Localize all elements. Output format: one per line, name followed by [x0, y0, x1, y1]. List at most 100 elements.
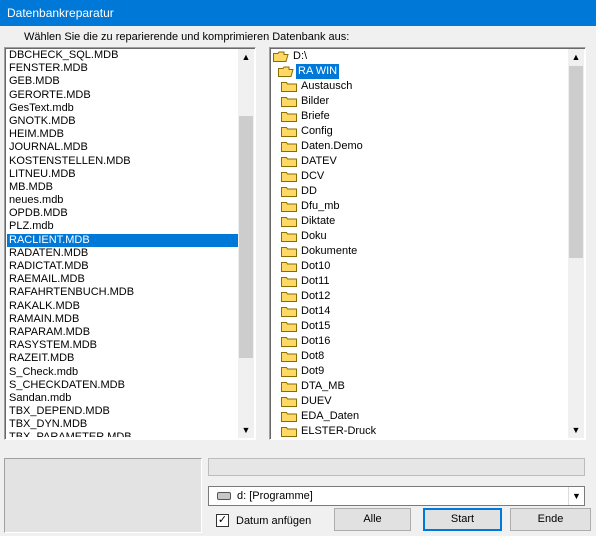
- directory-root[interactable]: D:\: [272, 49, 568, 64]
- directory-item[interactable]: DCV: [272, 169, 568, 184]
- directory-label: Dot8: [301, 350, 325, 362]
- file-list-item[interactable]: RAEMAIL.MDB: [7, 273, 238, 286]
- file-list-item[interactable]: MB.MDB: [7, 181, 238, 194]
- folder-icon: [281, 201, 297, 212]
- directory-item[interactable]: DATEV: [272, 154, 568, 169]
- file-list-item[interactable]: JOURNAL.MDB: [7, 141, 238, 154]
- folder-icon: [281, 141, 297, 152]
- folder-icon: [281, 186, 297, 197]
- file-list-item[interactable]: HEIM.MDB: [7, 128, 238, 141]
- folder-icon: [281, 381, 297, 392]
- file-list-item[interactable]: DBCHECK_SQL.MDB: [7, 49, 238, 62]
- file-list-item[interactable]: neues.mdb: [7, 194, 238, 207]
- directory-item[interactable]: Bilder: [272, 94, 568, 109]
- folder-icon: [281, 126, 297, 137]
- directory-item[interactable]: Austausch: [272, 79, 568, 94]
- directory-item[interactable]: Dot14: [272, 304, 568, 319]
- directory-label: DCV: [301, 170, 325, 182]
- file-list-item[interactable]: TBX_PARAMETER.MDB: [7, 431, 238, 437]
- file-list-item[interactable]: OPDB.MDB: [7, 207, 238, 220]
- directory-list[interactable]: D:\ RA WIN Austausch Bilder Briefe Config Date…: [269, 47, 586, 440]
- file-list-item[interactable]: GEB.MDB: [7, 75, 238, 88]
- file-list-item[interactable]: GNOTK.MDB: [7, 115, 238, 128]
- scroll-down-icon[interactable]: ▼: [568, 422, 584, 438]
- file-list-scrollbar[interactable]: ▲ ▼: [238, 49, 254, 438]
- directory-item[interactable]: Briefe: [272, 109, 568, 124]
- file-list-scroll-thumb[interactable]: [239, 116, 253, 358]
- checkbox-mark[interactable]: ✓: [216, 514, 229, 527]
- scroll-up-icon[interactable]: ▲: [238, 49, 254, 65]
- file-list-item[interactable]: PLZ.mdb: [7, 220, 238, 233]
- directory-item[interactable]: Dot15: [272, 319, 568, 334]
- directory-item[interactable]: Dot8: [272, 349, 568, 364]
- file-list-item[interactable]: RAPARAM.MDB: [7, 326, 238, 339]
- directory-item[interactable]: DUEV: [272, 394, 568, 409]
- drive-select-value: d: [Programme]: [237, 490, 313, 502]
- file-list-item[interactable]: LITNEU.MDB: [7, 168, 238, 181]
- directory-item[interactable]: Dot9: [272, 364, 568, 379]
- file-list-item[interactable]: FENSTER.MDB: [7, 62, 238, 75]
- folder-open-icon: [278, 66, 294, 77]
- directory-item[interactable]: DTA_MB: [272, 379, 568, 394]
- directory-item[interactable]: Dot12: [272, 289, 568, 304]
- directory-label: Config: [301, 125, 333, 137]
- file-list-item[interactable]: TBX_DEPEND.MDB: [7, 405, 238, 418]
- directory-item[interactable]: Daten.Demo: [272, 139, 568, 154]
- file-list-item[interactable]: RAMAIN.MDB: [7, 313, 238, 326]
- file-list-item[interactable]: RADICTAT.MDB: [7, 260, 238, 273]
- directory-item[interactable]: DD: [272, 184, 568, 199]
- scroll-up-icon[interactable]: ▲: [568, 49, 584, 65]
- directory-item[interactable]: Dot10: [272, 259, 568, 274]
- folder-icon: [281, 96, 297, 107]
- drive-icon: [217, 492, 231, 500]
- append-date-checkbox[interactable]: ✓ Datum anfügen: [216, 514, 311, 527]
- folder-icon: [281, 306, 297, 317]
- directory-label: Briefe: [301, 110, 330, 122]
- directory-item[interactable]: Config: [272, 124, 568, 139]
- folder-icon: [281, 426, 297, 437]
- database-file-list[interactable]: DBCHECK_SQL.MDB FENSTER.MDB GEB.MDB GERORTE…: [4, 47, 256, 440]
- file-list-item[interactable]: S_CHECKDATEN.MDB: [7, 379, 238, 392]
- drive-select[interactable]: d: [Programme] ▼: [208, 486, 585, 506]
- directory-item[interactable]: Dot11: [272, 274, 568, 289]
- directory-item[interactable]: Diktate: [272, 214, 568, 229]
- chevron-down-icon[interactable]: ▼: [568, 487, 584, 505]
- file-list-item[interactable]: RAZEIT.MDB: [7, 352, 238, 365]
- directory-item[interactable]: ELSTER-Druck: [272, 424, 568, 437]
- file-list-item[interactable]: GesText.mdb: [7, 102, 238, 115]
- file-list-item[interactable]: RACLIENT.MDB: [7, 233, 238, 247]
- directory-label: Diktate: [301, 215, 336, 227]
- folder-icon: [281, 156, 297, 167]
- folder-icon: [281, 276, 297, 287]
- instruction-label: Wählen Sie die zu reparierende und kompr…: [24, 31, 350, 43]
- file-list-item[interactable]: TBX_DYN.MDB: [7, 418, 238, 431]
- file-list-item[interactable]: Sandan.mdb: [7, 392, 238, 405]
- folder-icon: [281, 171, 297, 182]
- directory-list-scroll-thumb[interactable]: [569, 66, 583, 258]
- end-button[interactable]: Ende: [510, 508, 591, 531]
- folder-icon: [281, 411, 297, 422]
- directory-item[interactable]: Dfu_mb: [272, 199, 568, 214]
- directory-label: DD: [301, 185, 317, 197]
- directory-label: DATEV: [301, 155, 337, 167]
- directory-item[interactable]: EDA_Daten: [272, 409, 568, 424]
- start-button[interactable]: Start: [423, 508, 502, 531]
- file-list-item[interactable]: RADATEN.MDB: [7, 247, 238, 260]
- scroll-down-icon[interactable]: ▼: [238, 422, 254, 438]
- file-list-item[interactable]: RASYSTEM.MDB: [7, 339, 238, 352]
- file-list-item[interactable]: S_Check.mdb: [7, 366, 238, 379]
- file-list-item[interactable]: KOSTENSTELLEN.MDB: [7, 155, 238, 168]
- directory-item[interactable]: Doku: [272, 229, 568, 244]
- folder-icon: [281, 81, 297, 92]
- directory-list-scrollbar[interactable]: ▲ ▼: [568, 49, 584, 438]
- directory-label: DTA_MB: [301, 380, 345, 392]
- file-list-item[interactable]: RAKALK.MDB: [7, 300, 238, 313]
- directory-label: Dot10: [301, 260, 331, 272]
- directory-item[interactable]: Dokumente: [272, 244, 568, 259]
- file-list-item[interactable]: RAFAHRTENBUCH.MDB: [7, 286, 238, 299]
- all-button[interactable]: Alle: [334, 508, 411, 531]
- directory-item[interactable]: Dot16: [272, 334, 568, 349]
- directory-current[interactable]: RA WIN: [272, 64, 568, 79]
- directory-label: Doku: [301, 230, 327, 242]
- file-list-item[interactable]: GERORTE.MDB: [7, 89, 238, 102]
